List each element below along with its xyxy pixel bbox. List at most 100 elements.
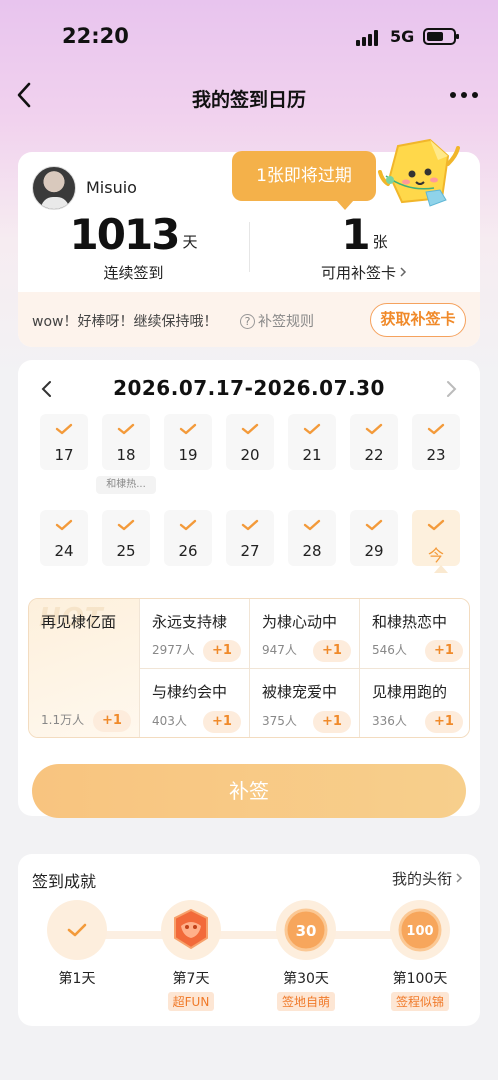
calendar-day[interactable]: 18: [102, 414, 150, 470]
achievement-day-label: 第30天: [283, 971, 329, 987]
day-number: 19: [178, 446, 198, 464]
badge-100-icon: 100: [390, 900, 450, 960]
achievement-day-label: 第7天: [172, 971, 210, 987]
chevron-right-icon: [400, 267, 407, 277]
check-icon: [55, 423, 73, 435]
check-icon: [241, 519, 259, 531]
network-label: 5G: [390, 27, 415, 46]
status-time: 22:20: [62, 24, 129, 48]
my-titles-link[interactable]: 我的头衔: [392, 868, 464, 889]
cards-value: 1: [341, 210, 370, 259]
cards-label: 可用补签卡: [320, 264, 396, 282]
more-icon[interactable]: [448, 88, 480, 102]
achievement-day100: 100 第100天 签程似锦: [380, 900, 460, 1011]
calendar-day[interactable]: 28: [288, 510, 336, 566]
check-icon: [55, 519, 73, 531]
mascot-icon: [378, 138, 460, 207]
title-count: 1.1万人: [41, 713, 85, 727]
day-number: 26: [178, 542, 198, 560]
title-count: 375人: [262, 714, 297, 728]
achievement-day30: 30 第30天 签地自萌: [266, 900, 346, 1011]
progress-track: [78, 931, 418, 939]
day-number: 23: [426, 446, 446, 464]
title-name: 永远支持棣: [152, 613, 228, 631]
title-option[interactable]: 为棣心动中 947人 +1: [250, 599, 360, 669]
nav-bar: 我的签到日历: [0, 70, 498, 125]
expiry-tooltip: 1张即将过期: [232, 151, 376, 210]
check-icon: [241, 423, 259, 435]
title-plus-button[interactable]: +1: [203, 640, 241, 662]
calendar-day[interactable]: 19: [164, 414, 212, 470]
title-option[interactable]: 和棣热恋中 546人 +1: [360, 599, 469, 669]
title-plus-button[interactable]: +1: [313, 711, 351, 733]
check-icon: [427, 423, 445, 435]
rules-link[interactable]: ? 补签规则: [240, 311, 314, 331]
title-plus-button[interactable]: +1: [93, 710, 131, 732]
calendar-day[interactable]: 17: [40, 414, 88, 470]
title-option[interactable]: HOT 再见棣亿面 1.1万人 +1: [29, 599, 140, 737]
title-name: 与棣约会中: [152, 683, 228, 701]
calendar-card: 2026.07.17-2026.07.30 17 18 19 20 21 22 …: [18, 360, 480, 818]
achievement-badge: 超FUN: [167, 992, 215, 1011]
title-count: 947人: [262, 643, 297, 657]
title-count: 546人: [372, 643, 407, 657]
day-number: 22: [364, 446, 384, 464]
calendar-day[interactable]: 23: [412, 414, 460, 470]
title-option[interactable]: 见棣用跑的 336人 +1: [360, 669, 469, 737]
badge-30-icon: 30: [276, 900, 336, 960]
title-name: 和棣热恋中: [372, 613, 448, 631]
title-count: 403人: [152, 714, 187, 728]
title-plus-button[interactable]: +1: [425, 640, 463, 662]
title-plus-button[interactable]: +1: [203, 711, 241, 733]
resign-button[interactable]: 补签: [32, 764, 466, 818]
get-card-button[interactable]: 获取补签卡: [370, 303, 466, 337]
title-plus-button[interactable]: +1: [425, 711, 463, 733]
day-number: 28: [302, 542, 322, 560]
achievements-title: 签到成就: [32, 872, 97, 891]
check-icon: [117, 519, 135, 531]
chameleon-badge-icon: [161, 900, 221, 960]
calendar-day-today[interactable]: 今: [412, 510, 460, 566]
streak-stat: 1013 天 连续签到: [18, 212, 249, 283]
today-pointer: [434, 565, 448, 573]
title-name: 见棣用跑的: [372, 683, 448, 701]
title-option[interactable]: 被棣宠爱中 375人 +1: [250, 669, 360, 737]
cards-unit: 张: [372, 233, 388, 251]
streak-unit: 天: [182, 233, 198, 251]
calendar-day[interactable]: 24: [40, 510, 88, 566]
achievement-day1: 第1天: [37, 900, 117, 988]
day-number: 29: [364, 542, 384, 560]
rules-label: 补签规则: [258, 314, 314, 330]
encourage-text: wow！好棒呀！继续保持哦！: [32, 314, 218, 330]
titles-grid: HOT 再见棣亿面 1.1万人 +1 永远支持棣 2977人 +1 为棣心动中 …: [28, 598, 470, 738]
title-option[interactable]: 与棣约会中 403人 +1: [140, 669, 250, 737]
day-number: 今: [427, 546, 444, 565]
day-number: 25: [116, 542, 136, 560]
calendar-day[interactable]: 25: [102, 510, 150, 566]
check-icon: [427, 519, 445, 531]
check-icon: [365, 423, 383, 435]
title-option[interactable]: 永远支持棣 2977人 +1: [140, 599, 250, 669]
streak-label: 连续签到: [103, 264, 164, 282]
check-icon: [179, 423, 197, 435]
calendar-day[interactable]: 21: [288, 414, 336, 470]
calendar-day[interactable]: 20: [226, 414, 274, 470]
day-number: 27: [240, 542, 260, 560]
calendar-day[interactable]: 22: [350, 414, 398, 470]
page-title: 我的签到日历: [191, 89, 306, 111]
calendar-day[interactable]: 26: [164, 510, 212, 566]
day-number: 24: [54, 542, 74, 560]
my-titles-label: 我的头衔: [391, 870, 452, 888]
calendar-day[interactable]: 27: [226, 510, 274, 566]
check-icon: [303, 423, 321, 435]
achievements-card: 签到成就 我的头衔 第1天 第7天 超FUN 30 第30天 签地自萌 100 …: [18, 854, 480, 1026]
achievement-day-label: 第100天: [392, 971, 448, 987]
next-week-icon[interactable]: [442, 378, 460, 400]
avatar[interactable]: [32, 166, 76, 210]
title-plus-button[interactable]: +1: [313, 640, 351, 662]
day-number: 20: [240, 446, 260, 464]
encourage-bar: wow！好棒呀！继续保持哦！ ? 补签规则 获取补签卡: [18, 292, 480, 347]
resign-cards-stat[interactable]: 1 张 可用补签卡: [249, 212, 480, 283]
title-name: 再见棣亿面: [41, 613, 117, 631]
calendar-day[interactable]: 29: [350, 510, 398, 566]
